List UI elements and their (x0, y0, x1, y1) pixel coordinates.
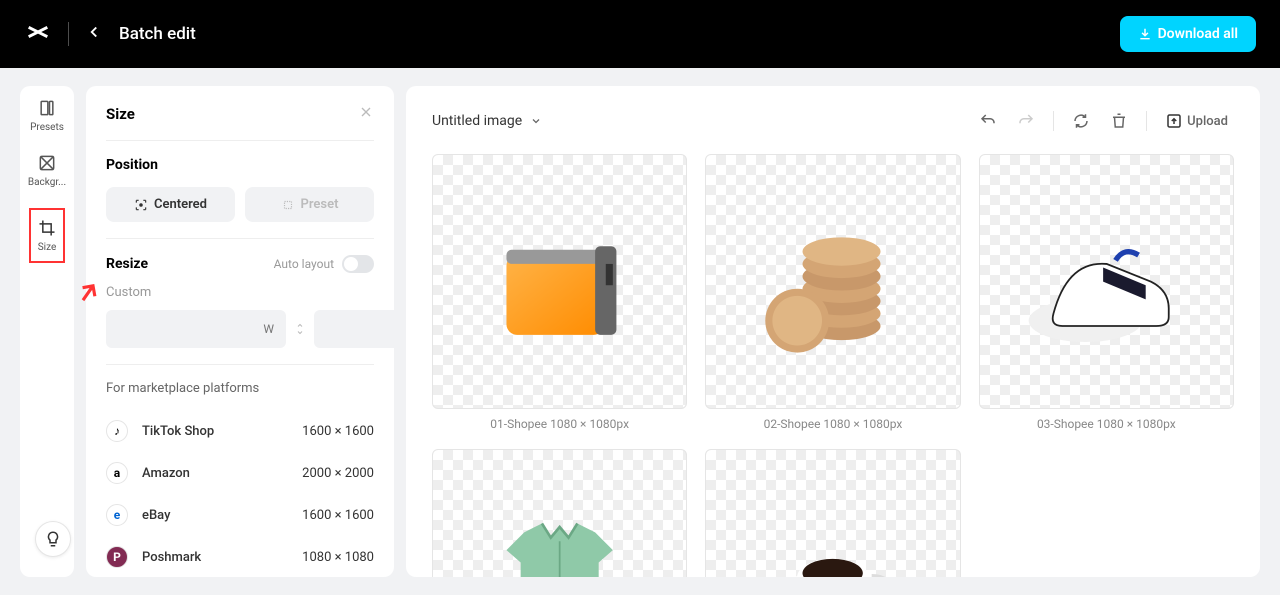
image-card[interactable] (432, 449, 687, 577)
platform-row[interactable]: P Poshmark 1080 × 1080 (106, 536, 374, 577)
undo-icon (979, 112, 997, 130)
image-thumbnail[interactable] (432, 449, 687, 577)
image-card[interactable]: 01-Shopee 1080 × 1080px (432, 154, 687, 431)
centered-button[interactable]: Centered (106, 187, 235, 222)
lightbulb-icon (44, 530, 62, 548)
platform-icon: e (106, 504, 128, 526)
redo-button[interactable] (1011, 106, 1041, 136)
platform-row[interactable]: a Amazon 2000 × 2000 (106, 452, 374, 494)
image-caption: 03-Shopee 1080 × 1080px (979, 417, 1234, 431)
auto-layout-label: Auto layout (274, 257, 334, 271)
preset-position-icon (281, 198, 295, 212)
delete-button[interactable] (1104, 106, 1134, 136)
image-thumbnail[interactable] (705, 154, 960, 409)
sidebar-item-background[interactable]: Backgr... (28, 153, 66, 188)
undo-button[interactable] (973, 106, 1003, 136)
trash-icon (1110, 112, 1128, 130)
download-all-button[interactable]: Download all (1120, 16, 1256, 52)
image-thumbnail[interactable] (979, 154, 1234, 409)
upload-button[interactable]: Upload (1159, 106, 1234, 136)
center-icon (134, 198, 148, 212)
image-title-dropdown[interactable]: Untitled image (432, 113, 542, 129)
refresh-icon (1072, 112, 1090, 130)
platform-size: 1600 × 1600 (302, 508, 374, 523)
platform-row[interactable]: ♪ TikTok Shop 1600 × 1600 (106, 410, 374, 452)
back-button[interactable] (85, 23, 103, 45)
position-section-title: Position (106, 157, 374, 173)
crop-icon (37, 218, 57, 238)
toolbar-divider (1053, 111, 1054, 131)
sidebar-label: Size (38, 242, 57, 253)
close-panel-button[interactable] (358, 104, 374, 124)
sidebar-item-size[interactable]: Size (29, 208, 65, 263)
presets-icon (37, 98, 57, 118)
platform-icon: a (106, 462, 128, 484)
height-input[interactable] (314, 310, 394, 348)
platform-size: 2000 × 2000 (302, 466, 374, 481)
sidebar-item-presets[interactable]: Presets (30, 98, 64, 133)
platform-name: Poshmark (142, 550, 201, 565)
platform-size: 1600 × 1600 (302, 424, 374, 439)
image-card[interactable] (705, 449, 960, 577)
image-caption: 02-Shopee 1080 × 1080px (705, 417, 960, 431)
sidebar-label: Backgr... (28, 177, 66, 188)
download-icon (1138, 27, 1152, 41)
image-title-text: Untitled image (432, 113, 522, 129)
auto-layout-toggle[interactable] (342, 255, 374, 273)
image-thumbnail[interactable] (432, 154, 687, 409)
image-card[interactable]: 02-Shopee 1080 × 1080px (705, 154, 960, 431)
header-divider (68, 22, 69, 46)
custom-label: Custom (106, 285, 374, 300)
image-card[interactable]: 03-Shopee 1080 × 1080px (979, 154, 1234, 431)
platform-name: Amazon (142, 466, 190, 481)
chevron-down-icon (530, 115, 542, 127)
resize-section-title: Resize (106, 256, 148, 272)
image-thumbnail[interactable] (705, 449, 960, 577)
platform-icon: ♪ (106, 420, 128, 442)
platform-size: 1080 × 1080 (302, 550, 374, 565)
platform-icon: P (106, 546, 128, 568)
panel-title: Size (106, 105, 135, 123)
platform-name: eBay (142, 508, 170, 523)
page-title: Batch edit (119, 24, 196, 44)
upload-icon (1165, 112, 1183, 130)
redo-icon (1017, 112, 1035, 130)
platforms-subtitle: For marketplace platforms (106, 381, 374, 396)
refresh-button[interactable] (1066, 106, 1096, 136)
preset-button[interactable]: Preset (245, 187, 374, 222)
toolbar-divider (1146, 111, 1147, 131)
download-label: Download all (1158, 26, 1238, 42)
background-icon (37, 153, 57, 173)
width-input[interactable] (106, 310, 286, 348)
image-caption: 01-Shopee 1080 × 1080px (432, 417, 687, 431)
help-button[interactable] (35, 521, 71, 557)
app-logo (24, 18, 52, 50)
platform-name: TikTok Shop (142, 424, 214, 439)
sidebar-label: Presets (30, 122, 64, 133)
platform-row[interactable]: e eBay 1600 × 1600 (106, 494, 374, 536)
swap-dimensions-button[interactable] (294, 320, 306, 339)
upload-label: Upload (1187, 114, 1228, 129)
